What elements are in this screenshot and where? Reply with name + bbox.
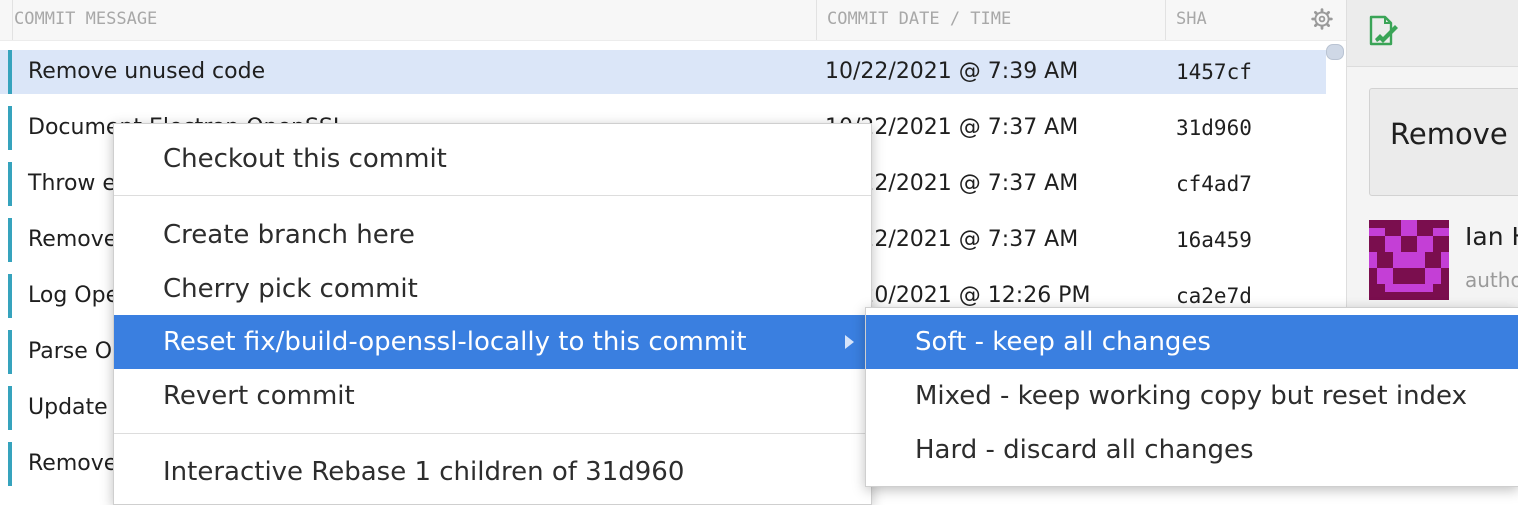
column-header-date[interactable]: COMMIT DATE / TIME [816, 0, 1011, 40]
branch-indicator [8, 218, 12, 262]
menu-item-revert[interactable]: Revert commit [114, 369, 871, 423]
commit-sha: 16a459 [1176, 228, 1252, 252]
menu-item-reset[interactable]: Reset fix/build-openssl-locally to this … [114, 315, 871, 369]
menu-item-label: Create branch here [163, 220, 415, 250]
commit-message: Update [28, 395, 108, 420]
column-divider [12, 0, 13, 40]
branch-indicator [8, 106, 12, 150]
submenu-item-label: Soft - keep all changes [915, 327, 1211, 357]
commit-message: Remove unused code [28, 59, 266, 84]
commit-message: Throw e [28, 171, 116, 196]
commit-sha: 31d960 [1176, 116, 1252, 140]
menu-item-label: Reset fix/build-openssl-locally to this … [163, 327, 747, 357]
branch-indicator [8, 442, 12, 486]
identicon-avatar [1369, 220, 1449, 300]
submenu-item-hard[interactable]: Hard - discard all changes [866, 423, 1518, 477]
menu-item-interactive-rebase[interactable]: Interactive Rebase 1 children of 31d960 [114, 445, 871, 499]
commit-date: 10/22/2021 @ 7:39 AM [825, 59, 1079, 84]
commit-message: Log Ope [28, 283, 120, 308]
menu-separator [114, 195, 871, 196]
author-name: Ian H [1465, 222, 1518, 251]
branch-indicator [8, 386, 12, 430]
submenu-item-label: Hard - discard all changes [915, 435, 1254, 465]
edit-document-icon[interactable] [1367, 14, 1401, 48]
menu-item-label: Interactive Rebase 1 children of 31d960 [163, 457, 685, 487]
submenu-item-label: Mixed - keep working copy but reset inde… [915, 381, 1467, 411]
table-row[interactable]: Remove unused code 10/22/2021 @ 7:39 AM … [0, 50, 1326, 94]
author-role: autho [1465, 268, 1518, 292]
commit-message: Remove [28, 227, 118, 252]
menu-separator [114, 433, 871, 434]
branch-indicator [8, 50, 12, 94]
menu-item-label: Revert commit [163, 381, 355, 411]
menu-item-cherry-pick[interactable]: Cherry pick commit [114, 262, 871, 316]
table-header: COMMIT MESSAGE COMMIT DATE / TIME SHA [0, 0, 1346, 41]
branch-indicator [8, 330, 12, 374]
menu-item-label: Checkout this commit [163, 144, 447, 174]
branch-indicator [8, 162, 12, 206]
gear-icon[interactable] [1311, 8, 1333, 30]
column-header-sha[interactable]: SHA [1165, 0, 1207, 40]
submenu-item-soft[interactable]: Soft - keep all changes [866, 315, 1518, 369]
commit-message-preview[interactable]: Remove [1369, 88, 1518, 196]
menu-item-checkout[interactable]: Checkout this commit [114, 132, 871, 186]
menu-item-label: Cherry pick commit [163, 274, 418, 304]
commit-message: Parse O [28, 339, 113, 364]
commit-context-menu: Checkout this commit Create branch here … [113, 123, 872, 505]
chevron-right-icon [845, 335, 854, 349]
reset-submenu: Soft - keep all changes Mixed - keep wor… [865, 307, 1518, 487]
commit-message: Remove [28, 451, 118, 476]
scrollbar-thumb[interactable] [1326, 44, 1344, 60]
commit-sha: 1457cf [1176, 60, 1252, 84]
commit-sha: cf4ad7 [1176, 172, 1252, 196]
detail-toolbar [1347, 0, 1518, 67]
column-header-message[interactable]: COMMIT MESSAGE [14, 0, 157, 40]
branch-indicator [8, 274, 12, 318]
menu-item-create-branch[interactable]: Create branch here [114, 208, 871, 262]
submenu-item-mixed[interactable]: Mixed - keep working copy but reset inde… [866, 369, 1518, 423]
